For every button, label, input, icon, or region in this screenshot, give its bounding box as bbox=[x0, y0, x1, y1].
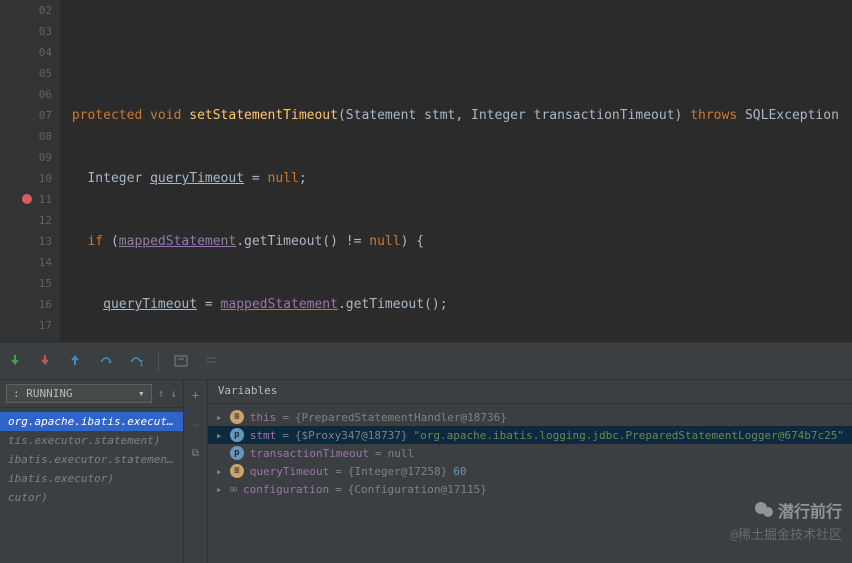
frames-list[interactable]: org.apache.ibatis.executor.statement) ti… bbox=[0, 408, 183, 511]
step-down-icon[interactable] bbox=[8, 353, 24, 369]
breakpoint-icon[interactable] bbox=[22, 194, 32, 204]
frame-item[interactable]: cutor) bbox=[0, 488, 183, 507]
frame-item[interactable]: org.apache.ibatis.executor.statement) bbox=[0, 412, 183, 431]
var-item-stmt[interactable]: ▸ p stmt = {$Proxy347@18737} "org.apache… bbox=[208, 426, 852, 444]
wechat-icon bbox=[754, 500, 774, 520]
expand-icon[interactable]: ▸ bbox=[216, 429, 224, 442]
svg-text:I: I bbox=[139, 359, 143, 368]
frame-item[interactable]: ibatis.executor.statement) bbox=[0, 450, 183, 469]
thread-dropdown[interactable]: : RUNNING▾ bbox=[6, 384, 152, 403]
copy-icon[interactable]: ⧉ bbox=[192, 448, 199, 459]
variables-header: Variables bbox=[208, 380, 852, 404]
var-item-query-timeout[interactable]: ▸ ≡ queryTimeout = {Integer@17258} 60 bbox=[208, 462, 852, 480]
var-item-transaction-timeout[interactable]: p transactionTimeout = null bbox=[208, 444, 852, 462]
run-to-cursor-icon[interactable]: I bbox=[128, 353, 144, 369]
var-item-configuration[interactable]: ▸ ∞ configuration = {Configuration@17115… bbox=[208, 480, 852, 498]
code-editor: 02 03 04 05 06 07 08 09 10 11 12 13 14 1… bbox=[0, 0, 852, 342]
step-over-icon[interactable] bbox=[98, 353, 114, 369]
evaluate-icon[interactable] bbox=[173, 353, 189, 369]
editor-gutter: 02 03 04 05 06 07 08 09 10 11 12 13 14 1… bbox=[0, 0, 60, 342]
step-into-icon[interactable] bbox=[38, 353, 54, 369]
frame-down-icon[interactable]: ↓ bbox=[170, 387, 177, 400]
frame-up-icon[interactable]: ↑ bbox=[158, 387, 165, 400]
code-content[interactable]: protected void setStatementTimeout(State… bbox=[60, 0, 852, 342]
debug-panel: : RUNNING▾ ↑ ↓ org.apache.ibatis.executo… bbox=[0, 380, 852, 563]
expand-icon[interactable]: ▸ bbox=[216, 411, 224, 424]
remove-watch-icon[interactable]: − bbox=[192, 418, 199, 432]
add-watch-icon[interactable]: + bbox=[192, 388, 199, 402]
var-item-this[interactable]: ▸ ≡ this = {PreparedStatementHandler@187… bbox=[208, 408, 852, 426]
step-out-icon[interactable] bbox=[68, 353, 84, 369]
frames-panel: : RUNNING▾ ↑ ↓ org.apache.ibatis.executo… bbox=[0, 380, 184, 563]
frame-item[interactable]: ibatis.executor) bbox=[0, 469, 183, 488]
debug-toolbar: I bbox=[0, 342, 852, 380]
frame-item[interactable]: tis.executor.statement) bbox=[0, 431, 183, 450]
trace-icon[interactable] bbox=[203, 353, 219, 369]
watermark: 潜行前行 @稀土掘金技术社区 bbox=[730, 498, 842, 543]
variables-list[interactable]: ▸ ≡ this = {PreparedStatementHandler@187… bbox=[208, 404, 852, 502]
expand-icon[interactable]: ▸ bbox=[216, 483, 224, 496]
expand-icon[interactable]: ▸ bbox=[216, 465, 224, 478]
